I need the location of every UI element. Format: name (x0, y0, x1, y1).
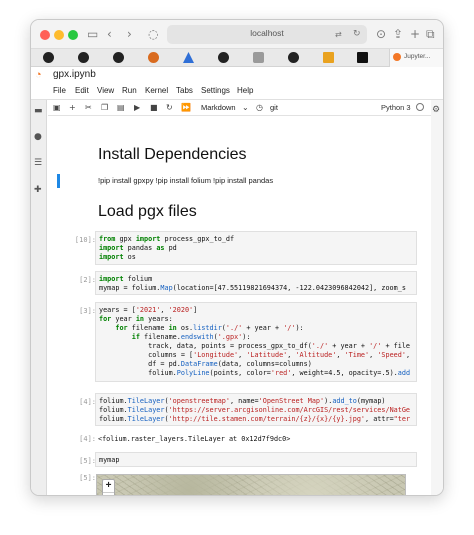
cut-icon[interactable]: ✂ (85, 102, 92, 113)
toc-icon[interactable]: ☰ (34, 158, 42, 168)
right-sidebar: ⚙ (429, 100, 443, 495)
terrain-map[interactable]: + − (96, 474, 406, 495)
clock-icon[interactable]: ◷ (256, 102, 263, 113)
add-cell-icon[interactable]: + (69, 102, 76, 113)
github-tab-icon[interactable] (113, 52, 124, 63)
menu-settings[interactable]: Settings (201, 86, 230, 95)
menu-run[interactable]: Run (122, 86, 137, 95)
tabs-overview-icon[interactable]: ⧉ (426, 26, 435, 42)
run-icon[interactable]: ▶ (134, 102, 140, 113)
copy-icon[interactable]: ❐ (101, 102, 108, 113)
cell-output-text: <folium.raster_layers.TileLayer at 0x12d… (98, 435, 291, 443)
menu-tabs[interactable]: Tabs (176, 86, 193, 95)
menu-help[interactable]: Help (237, 86, 253, 95)
jupyter-logo-icon: ◔ (35, 69, 42, 81)
cell-output-prompt: [5]: (79, 474, 96, 482)
translate-icon[interactable]: ⇄ (335, 27, 342, 43)
cell-prompt: [2]: (79, 276, 96, 284)
code-cell-mymap[interactable]: mymap (95, 452, 417, 467)
back-icon[interactable]: ‹ (107, 26, 112, 42)
browser-window: ▭ ‹ › ◌ localhost ⇄ ↻ ⊙ ⇪ + ⧉ Jupyter...… (30, 19, 444, 496)
chart-tab-icon[interactable] (323, 52, 334, 63)
close-window-button[interactable] (40, 30, 50, 40)
notebook-area: Install Dependencies !pip install gpxpy … (48, 116, 431, 495)
zoom-window-button[interactable] (68, 30, 78, 40)
code-cell-loop[interactable]: years = ['2021', '2020'] for year in yea… (95, 302, 417, 382)
github-tab-icon[interactable] (43, 52, 54, 63)
tab-bar: Jupyter... (31, 49, 443, 67)
git-button[interactable]: git (270, 103, 278, 112)
jupyter-tab-icon (393, 53, 401, 61)
paste-icon[interactable]: ▤ (117, 102, 125, 113)
dark-tab-icon[interactable] (357, 52, 368, 63)
extension-icon[interactable]: ✚ (34, 185, 42, 195)
tab-jupyter[interactable]: Jupyter... (389, 49, 443, 67)
kernel-status-icon (416, 103, 424, 111)
browser-titlebar: ▭ ‹ › ◌ localhost ⇄ ↻ ⊙ ⇪ + ⧉ (31, 20, 443, 49)
github-tab-icon[interactable] (78, 52, 89, 63)
install-markdown-text[interactable]: !pip install gpxpy !pip install folium !… (98, 176, 273, 185)
menu-view[interactable]: View (97, 86, 114, 95)
refresh-icon[interactable]: ↻ (353, 26, 361, 42)
save-icon[interactable]: ▣ (53, 102, 61, 113)
github-tab-icon[interactable] (288, 52, 299, 63)
cell-type-select[interactable]: Markdown (201, 103, 236, 112)
forward-icon[interactable]: › (127, 26, 132, 42)
active-cell-indicator (57, 174, 60, 188)
code-cell-imports[interactable]: from gpx import process_gpx_to_df import… (95, 231, 417, 265)
code-cell-tilelayers[interactable]: folium.TileLayer('openstreetmap', name='… (95, 393, 417, 426)
left-sidebar: ▬ ● ☰ ✚ (31, 100, 47, 495)
minimize-window-button[interactable] (54, 30, 64, 40)
share-icon[interactable]: ⇪ (393, 26, 403, 42)
cell-prompt: [4]: (79, 398, 96, 406)
tab-jupyter-label: Jupyter... (404, 53, 431, 60)
map-zoom-control: + − (102, 479, 115, 495)
cell-prompt: [3]: (79, 307, 96, 315)
cell-prompt: [10]: (74, 236, 96, 244)
heading-load-pgx-files: Load pgx files (98, 203, 197, 220)
sidebar-toggle-icon[interactable]: ▭ (87, 26, 98, 42)
fast-forward-icon[interactable]: ⏩ (181, 102, 191, 113)
github-tab-icon[interactable] (218, 52, 229, 63)
favicon-orange-icon[interactable] (148, 52, 159, 63)
zoom-in-button[interactable]: + (103, 480, 114, 492)
cell-output-prompt: [4]: (79, 435, 96, 443)
zoom-out-button[interactable]: − (103, 492, 114, 495)
notebook-toolbar: ▣ + ✂ ❐ ▤ ▶ ■ ↻ ⏩ Markdown ⌄ ◷ git Pytho… (48, 100, 431, 116)
kernel-name[interactable]: Python 3 (381, 103, 411, 112)
menu-file[interactable]: File (53, 86, 66, 95)
property-inspector-icon[interactable]: ⚙ (432, 105, 440, 115)
menu-bar: File Edit View Run Kernel Tabs Settings … (31, 84, 443, 100)
chevron-down-icon[interactable]: ⌄ (242, 102, 249, 113)
triangle-tab-icon[interactable] (183, 52, 194, 63)
download-icon[interactable]: ⊙ (376, 26, 386, 42)
heading-install-dependencies: Install Dependencies (98, 146, 247, 163)
jupyter-header: ◔ gpx.ipynb (31, 67, 443, 84)
restart-icon[interactable]: ↻ (166, 102, 173, 113)
menu-edit[interactable]: Edit (75, 86, 89, 95)
cell-prompt: [5]: (79, 457, 96, 465)
menu-kernel[interactable]: Kernel (145, 86, 168, 95)
gray-tab-icon[interactable] (253, 52, 264, 63)
stop-icon[interactable]: ■ (150, 102, 158, 113)
address-bar[interactable]: localhost ⇄ ↻ (167, 25, 367, 44)
code-cell-map[interactable]: import folium mymap = folium.Map(locatio… (95, 271, 417, 295)
new-tab-icon[interactable]: + (410, 26, 420, 42)
folder-icon[interactable]: ▬ (34, 106, 43, 116)
shield-icon[interactable]: ◌ (148, 26, 158, 42)
running-icon[interactable]: ● (34, 132, 42, 142)
notebook-filename: gpx.ipynb (53, 69, 96, 80)
